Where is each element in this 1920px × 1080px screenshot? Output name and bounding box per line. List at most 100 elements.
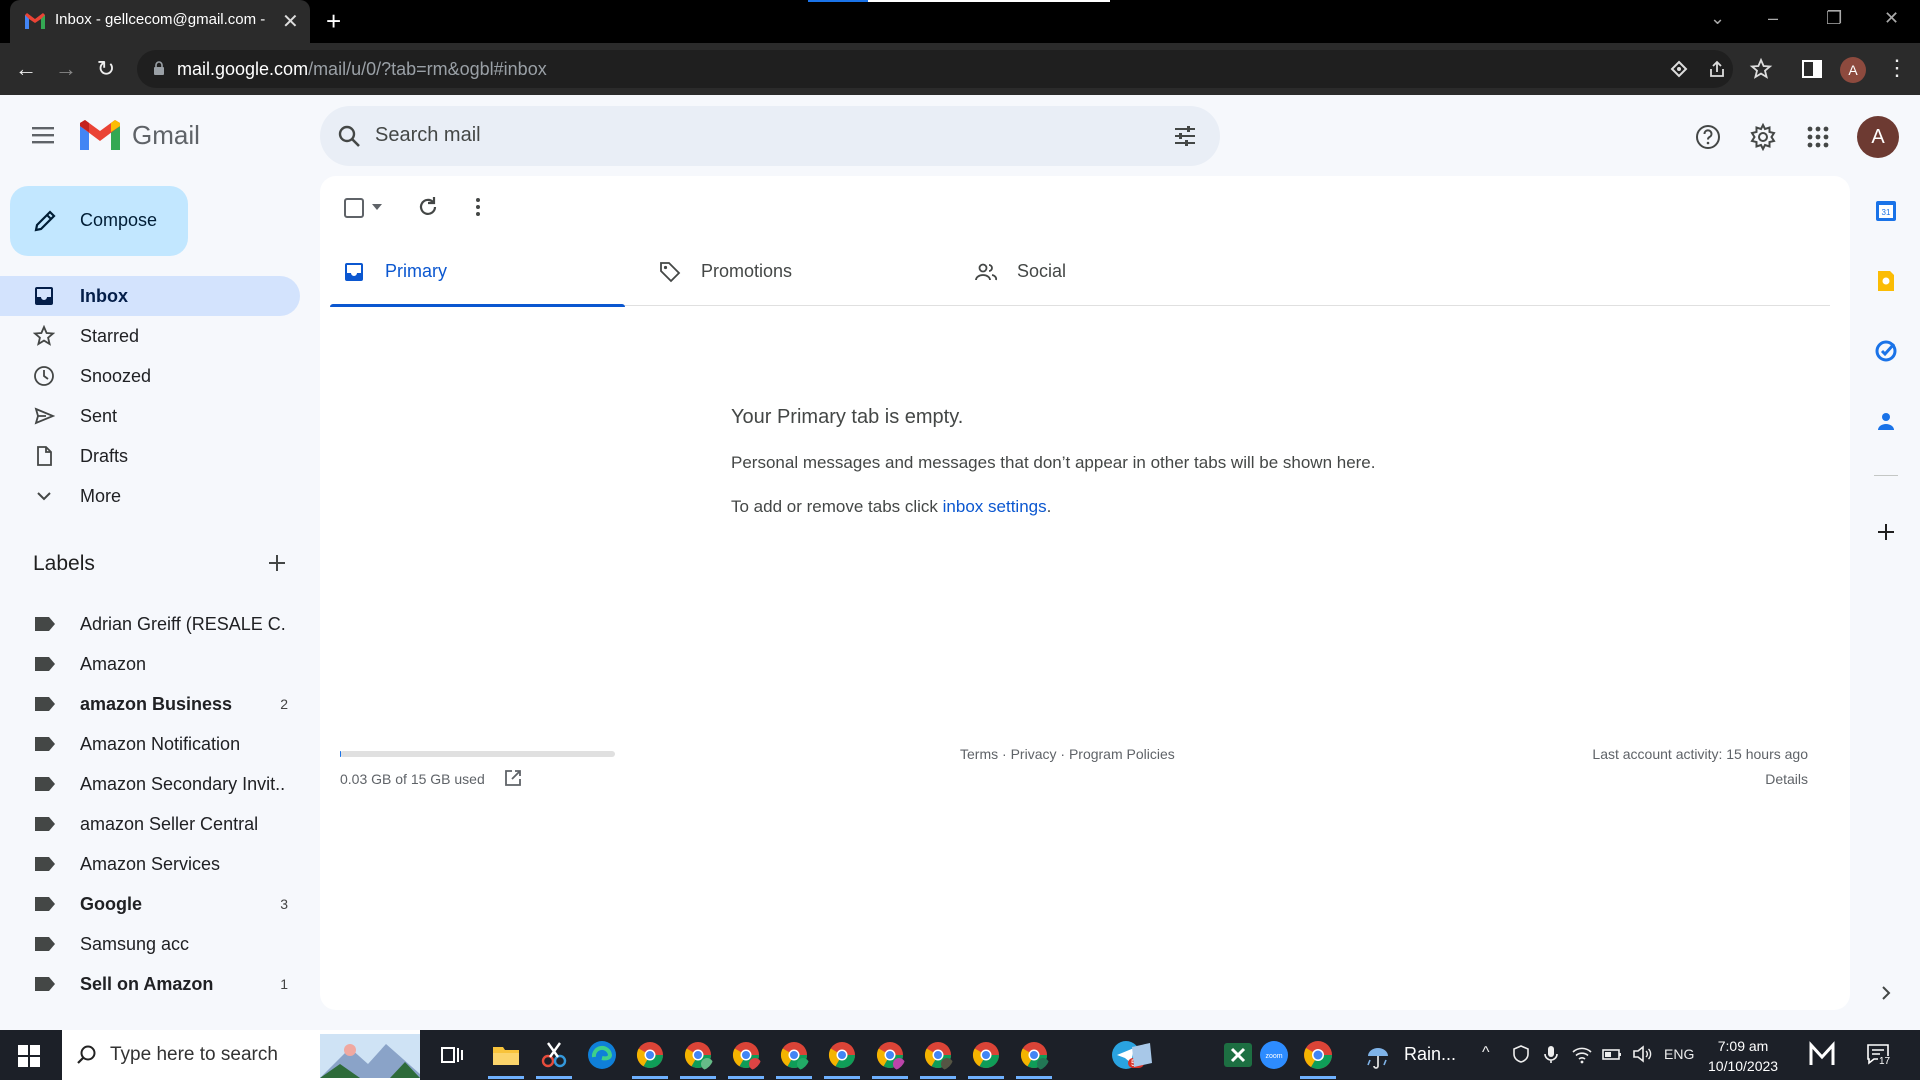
calendar-icon[interactable]: 31 [1874,199,1898,223]
search-input[interactable]: Search mail [375,124,481,147]
open-in-new-icon[interactable] [503,768,523,788]
snipping-tool-icon[interactable] [538,1039,570,1071]
label-item[interactable]: Amazon Services [0,844,300,884]
select-all-checkbox[interactable] [344,198,364,218]
install-app-icon[interactable] [1669,59,1689,79]
label-item[interactable]: Amazon Secondary Invit... [0,764,300,804]
taskbar-search-box[interactable]: Type here to search [62,1030,420,1080]
battery-icon[interactable] [1601,1044,1623,1064]
contacts-icon[interactable] [1874,409,1898,433]
account-avatar[interactable]: A [1857,116,1899,158]
select-menu-caret-icon[interactable] [372,204,382,210]
nav-label: More [80,486,122,506]
weather-text[interactable]: Rain... [1404,1044,1456,1065]
search-icon[interactable] [336,123,362,149]
chrome-profile-7-icon[interactable] [922,1039,954,1071]
chrome-profile-8-icon[interactable] [970,1039,1002,1071]
gmail-logo-icon[interactable] [80,120,120,150]
chrome-profile-1-icon[interactable] [634,1039,666,1071]
minimize-icon[interactable]: – [1768,8,1778,29]
details-link[interactable]: Details [1592,771,1808,787]
mail-app-m-icon[interactable] [1808,1041,1836,1069]
tab-promotions[interactable]: Promotions [646,236,941,306]
reload-icon[interactable]: ↻ [92,55,120,83]
label-item[interactable]: Sell on Amazon 1 [0,964,300,1004]
chrome-menu-icon[interactable]: ⋮ [1886,55,1908,81]
browser-tab-inbox[interactable]: Inbox - gellcecom@gmail.com - ✕ [10,0,310,43]
help-icon[interactable] [1694,123,1722,151]
keep-icon[interactable] [1874,269,1898,293]
tab-primary[interactable]: Primary [330,236,625,307]
nav-item-snoozed[interactable]: Snoozed [0,356,300,396]
settings-gear-icon[interactable] [1749,123,1777,151]
gmail-wordmark[interactable]: Gmail [132,120,200,151]
task-view-icon[interactable] [436,1039,468,1071]
chrome-profile-3-icon[interactable] [730,1039,762,1071]
add-label-icon[interactable] [266,552,288,574]
nav-item-more[interactable]: More [0,476,300,516]
nav-item-drafts[interactable]: Drafts [0,436,300,476]
more-options-icon[interactable] [465,194,491,220]
volume-icon[interactable] [1631,1044,1653,1064]
tab-search-icon[interactable]: ⌄ [1710,8,1725,29]
chrome-profile-4-icon[interactable] [778,1039,810,1071]
apps-grid-icon[interactable] [1804,123,1832,151]
label-item[interactable]: Adrian Greiff (RESALE C... [0,604,300,644]
forward-icon[interactable]: → [52,55,80,83]
edge-browser-icon[interactable] [586,1039,618,1071]
chrome-profile-2-icon[interactable] [682,1039,714,1071]
terms-link[interactable]: Terms [960,746,998,762]
chrome-profile-avatar[interactable]: A [1840,57,1866,83]
show-hidden-icons-chevron-icon[interactable]: ^ [1482,1044,1490,1062]
inbox-settings-link[interactable]: inbox settings [943,497,1047,516]
refresh-icon[interactable] [415,194,441,220]
privacy-link[interactable]: Privacy [1011,746,1057,762]
zoom-icon[interactable]: zoom [1258,1039,1290,1071]
active-tab-indicator [330,304,625,307]
search-highlight-image [320,1034,420,1078]
get-addons-plus-icon[interactable] [1874,520,1898,544]
weather-rain-icon[interactable] [1364,1042,1392,1070]
nav-item-starred[interactable]: Starred [0,316,300,356]
program-policies-link[interactable]: Program Policies [1069,746,1175,762]
side-panel-icon[interactable] [1800,57,1824,81]
nav-item-sent[interactable]: Sent [0,396,300,436]
label-item[interactable]: Amazon Notification [0,724,300,764]
search-bar[interactable]: Search mail [320,106,1220,166]
windows-start-icon[interactable] [18,1045,40,1067]
label-item[interactable]: Google 3 [0,884,300,924]
bookmark-star-icon[interactable] [1749,57,1773,81]
label-item[interactable]: amazon Business 2 [0,684,300,724]
label-item[interactable]: Amazon [0,644,300,684]
label-item[interactable]: Samsung acc [0,924,300,964]
show-side-panel-chevron-icon[interactable] [1876,983,1896,1003]
address-bar[interactable]: mail.google.com/mail/u/0/?tab=rm&ogbl#in… [137,50,1733,88]
back-icon[interactable]: ← [12,55,40,83]
taskbar-clock[interactable]: 7:09 am 10/10/2023 [1708,1036,1778,1076]
chrome-profile-9-icon[interactable] [1018,1039,1050,1071]
window-close-icon[interactable]: ✕ [1884,8,1899,29]
taskbar-search-input[interactable]: Type here to search [110,1044,278,1066]
excel-icon[interactable] [1222,1039,1254,1071]
label-name: Adrian Greiff (RESALE C... [80,614,285,634]
tab-close-icon[interactable]: ✕ [282,9,299,34]
notepad-icon[interactable] [1126,1039,1158,1071]
microphone-icon[interactable] [1541,1044,1561,1064]
search-options-icon[interactable] [1172,123,1198,149]
tab-social[interactable]: Social [962,236,1257,306]
chrome-profile-6-icon[interactable] [874,1039,906,1071]
wifi-icon[interactable] [1571,1044,1593,1064]
compose-button[interactable]: Compose [10,186,188,256]
chrome-active-icon[interactable] [1302,1039,1334,1071]
new-tab-button[interactable]: + [326,7,341,35]
chrome-profile-5-icon[interactable] [826,1039,858,1071]
security-shield-icon[interactable] [1511,1044,1531,1064]
input-language[interactable]: ENG [1664,1046,1694,1062]
main-menu-icon[interactable] [30,122,56,148]
share-icon[interactable] [1707,59,1727,79]
restore-icon[interactable]: ❐ [1826,8,1842,29]
label-item[interactable]: amazon Seller Central [0,804,300,844]
nav-item-inbox[interactable]: Inbox [0,276,300,316]
tasks-icon[interactable] [1874,339,1898,363]
file-explorer-icon[interactable] [490,1039,522,1071]
